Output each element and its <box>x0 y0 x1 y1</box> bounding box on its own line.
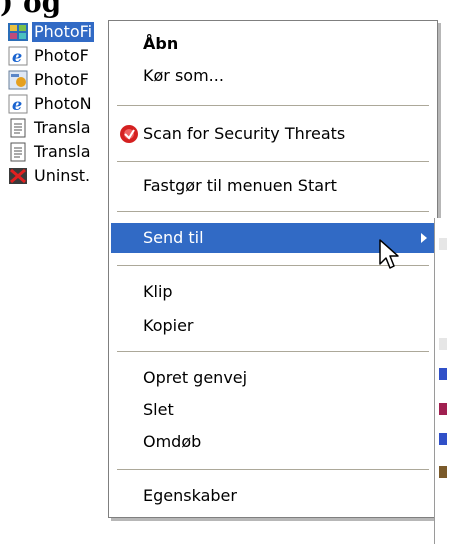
file-label: Transla <box>34 142 91 161</box>
file-item-translation-1[interactable]: Transla <box>0 116 120 140</box>
file-label: PhotoF <box>34 70 89 89</box>
submenu-item-icon[interactable] <box>439 368 447 380</box>
submenu-item-icon[interactable] <box>439 403 447 415</box>
menu-item-label: Scan for Security Threats <box>143 124 346 143</box>
security-scan-icon <box>119 124 139 144</box>
menu-item-create-shortcut[interactable]: Opret genvej <box>111 363 435 393</box>
submenu-item-icon[interactable] <box>439 433 447 445</box>
menu-separator <box>117 161 429 162</box>
svg-text:e: e <box>12 47 22 66</box>
desktop-stage: ) og PhotoFi e PhotoF PhotoF e PhotoN Tr… <box>0 0 449 544</box>
menu-separator <box>117 351 429 352</box>
file-item-translation-2[interactable]: Transla <box>0 140 120 164</box>
menu-item-run-as[interactable]: Kør som... <box>111 61 435 91</box>
file-item-photofiltre-setup[interactable]: PhotoF <box>0 68 120 92</box>
internet-explorer-icon: e <box>8 94 28 114</box>
svg-text:e: e <box>12 95 22 114</box>
menu-separator <box>117 211 429 212</box>
menu-item-label: Send til <box>143 228 204 247</box>
menu-item-pin-start[interactable]: Fastgør til menuen Start <box>111 171 435 201</box>
page-heading-fragment: ) og <box>0 0 62 19</box>
menu-item-open[interactable]: Åbn <box>111 29 435 59</box>
menu-item-rename[interactable]: Omdøb <box>111 427 435 457</box>
video-file-icon <box>8 22 28 42</box>
menu-item-properties[interactable]: Egenskaber <box>111 481 435 511</box>
menu-separator <box>117 469 429 470</box>
file-item-uninstall[interactable]: Uninst. <box>0 164 120 188</box>
menu-item-cut[interactable]: Klip <box>111 277 435 307</box>
file-item-photofiltre[interactable]: PhotoFi <box>0 20 120 44</box>
menu-separator <box>117 105 429 106</box>
file-label: Transla <box>34 118 91 137</box>
text-document-icon <box>8 118 28 138</box>
menu-item-copy[interactable]: Kopier <box>111 311 435 341</box>
file-item-photofiltre-ie[interactable]: e PhotoF <box>0 44 120 68</box>
file-label: PhotoN <box>34 94 92 113</box>
submenu-item-icon[interactable] <box>439 466 447 478</box>
file-label: PhotoFi <box>32 22 95 42</box>
setup-icon <box>8 70 28 90</box>
menu-item-scan-security[interactable]: Scan for Security Threats <box>111 119 435 149</box>
mouse-cursor-icon <box>378 238 404 276</box>
internet-explorer-icon: e <box>8 46 28 66</box>
text-document-icon <box>8 142 28 162</box>
file-list: PhotoFi e PhotoF PhotoF e PhotoN Transla… <box>0 20 120 188</box>
uninstall-icon <box>8 166 28 186</box>
file-label: Uninst. <box>34 166 91 185</box>
submenu-arrow-icon <box>421 233 427 243</box>
submenu-item-icon[interactable] <box>439 338 447 350</box>
file-label: PhotoF <box>34 46 89 65</box>
send-to-submenu <box>434 218 449 544</box>
submenu-item-icon[interactable] <box>439 238 447 250</box>
menu-item-delete[interactable]: Slet <box>111 395 435 425</box>
file-item-photon-ie[interactable]: e PhotoN <box>0 92 120 116</box>
